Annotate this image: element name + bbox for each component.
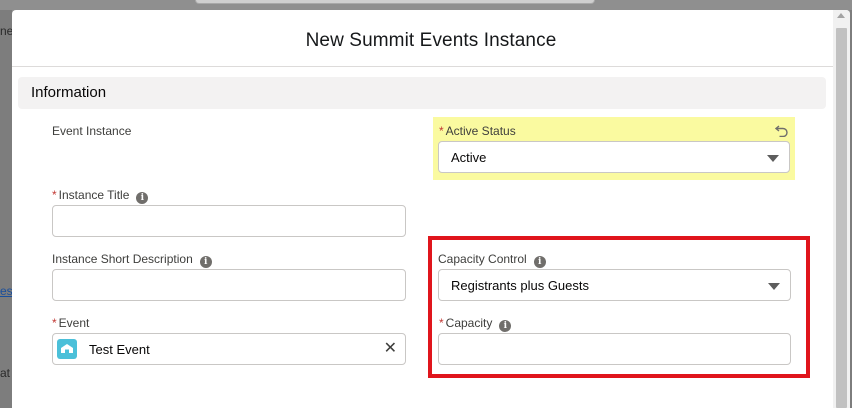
undo-icon[interactable] xyxy=(775,124,789,137)
instance-title-input[interactable] xyxy=(52,205,406,237)
instance-title-label-text: Instance Title xyxy=(58,188,130,202)
annotation-highlight-box xyxy=(428,236,810,378)
new-record-modal: New Summit Events Instance Information E… xyxy=(12,10,850,408)
modal-title: New Summit Events Instance xyxy=(305,30,557,51)
background-link-fragment: es xyxy=(0,284,13,298)
section-header-information[interactable]: Information xyxy=(18,77,826,109)
active-status-label-text: Active Status xyxy=(445,124,516,138)
chevron-down-icon xyxy=(767,155,779,162)
event-object-icon xyxy=(57,339,77,359)
instance-short-description-label: Instance Short Description i xyxy=(52,252,212,268)
instance-title-label: * Instance Title i xyxy=(52,188,149,204)
required-indicator: * xyxy=(52,316,57,330)
info-icon[interactable]: i xyxy=(199,256,212,268)
event-value: Test Event xyxy=(89,342,150,357)
background-search-bar xyxy=(195,0,595,4)
scroll-up-arrow-icon[interactable] xyxy=(837,13,845,18)
required-indicator: * xyxy=(439,124,444,138)
info-icon[interactable]: i xyxy=(136,192,149,204)
instance-short-description-input[interactable] xyxy=(52,269,406,301)
active-status-select[interactable]: Active xyxy=(438,141,790,173)
event-label-text: Event xyxy=(58,316,90,330)
event-lookup-field[interactable]: Test Event ✕ xyxy=(52,333,406,365)
instance-short-description-label-text: Instance Short Description xyxy=(52,252,193,266)
scrollbar-thumb[interactable] xyxy=(836,28,847,408)
background-page-left xyxy=(0,10,12,408)
event-instance-label: Event Instance xyxy=(52,124,132,138)
modal-header: New Summit Events Instance xyxy=(12,10,850,67)
close-icon[interactable]: ✕ xyxy=(384,340,397,358)
event-label: * Event xyxy=(52,316,89,330)
modal-scrollbar[interactable] xyxy=(833,10,850,408)
required-indicator: * xyxy=(52,188,57,202)
section-title: Information xyxy=(31,84,107,101)
active-status-label: * Active Status xyxy=(439,124,516,138)
background-text-fragment: at xyxy=(0,366,11,380)
active-status-value: Active xyxy=(451,150,487,165)
